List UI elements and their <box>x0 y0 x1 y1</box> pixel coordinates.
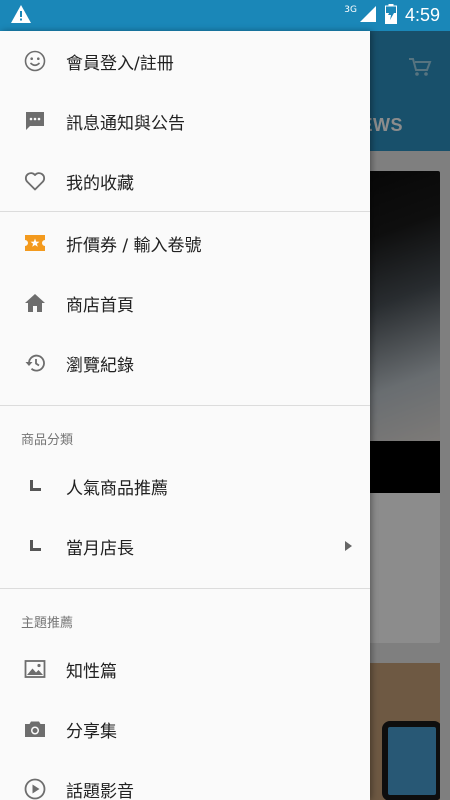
menu-item-monthly-manager[interactable]: 當月店長 <box>0 516 370 576</box>
menu-item-label: 分享集 <box>66 721 117 742</box>
image-icon <box>22 656 48 682</box>
menu-item-label: 我的收藏 <box>66 173 134 194</box>
menu-item-coupons[interactable]: 折價券 / 輸入卷號 <box>0 213 370 273</box>
history-icon <box>22 350 48 376</box>
subcategory-icon <box>30 480 41 491</box>
menu-item-label: 折價券 / 輸入卷號 <box>66 235 202 256</box>
menu-item-label: 當月店長 <box>66 538 134 559</box>
battery-icon <box>384 3 397 28</box>
section-header-categories: 商品分類 <box>21 433 74 448</box>
divider <box>0 588 370 589</box>
menu-item-label: 瀏覽紀錄 <box>66 355 134 376</box>
heart-icon <box>22 168 48 194</box>
menu-item-videos[interactable]: 話題影音 <box>0 759 370 800</box>
signal-icon <box>359 5 377 27</box>
menu-item-label: 人氣商品推薦 <box>66 478 168 499</box>
network-type: 3G <box>344 4 357 15</box>
chevron-right-icon <box>345 541 352 551</box>
menu-item-popular-products[interactable]: 人氣商品推薦 <box>0 456 370 516</box>
ticket-icon <box>22 230 48 256</box>
warning-icon <box>10 4 32 28</box>
menu-item-browse-history[interactable]: 瀏覽紀錄 <box>0 333 370 393</box>
home-icon <box>22 290 48 316</box>
menu-item-label: 知性篇 <box>66 661 117 682</box>
menu-item-favorites[interactable]: 我的收藏 <box>0 151 370 211</box>
message-icon <box>22 108 48 134</box>
menu-item-store-home[interactable]: 商店首頁 <box>0 273 370 333</box>
clock: 4:59 <box>404 5 440 25</box>
menu-item-member-login[interactable]: 會員登入/註冊 <box>0 31 370 91</box>
menu-item-label: 訊息通知與公告 <box>66 113 185 134</box>
menu-item-label: 商店首頁 <box>66 295 134 316</box>
status-bar: 3G 4:59 <box>0 0 450 31</box>
menu-item-label: 話題影音 <box>66 781 134 800</box>
subcategory-icon <box>30 540 41 551</box>
divider <box>0 405 370 406</box>
play-icon <box>22 776 48 800</box>
menu-item-share-collection[interactable]: 分享集 <box>0 699 370 759</box>
smiley-icon <box>22 48 48 74</box>
camera-icon <box>22 716 48 742</box>
divider <box>0 211 370 212</box>
navigation-drawer: 會員登入/註冊 訊息通知與公告 我的收藏 折價券 / 輸入卷號 商店首頁 瀏覽紀… <box>0 31 370 800</box>
menu-item-knowledge[interactable]: 知性篇 <box>0 639 370 699</box>
menu-item-notifications[interactable]: 訊息通知與公告 <box>0 91 370 151</box>
menu-item-label: 會員登入/註冊 <box>66 53 174 74</box>
section-header-topics: 主題推薦 <box>21 616 74 631</box>
